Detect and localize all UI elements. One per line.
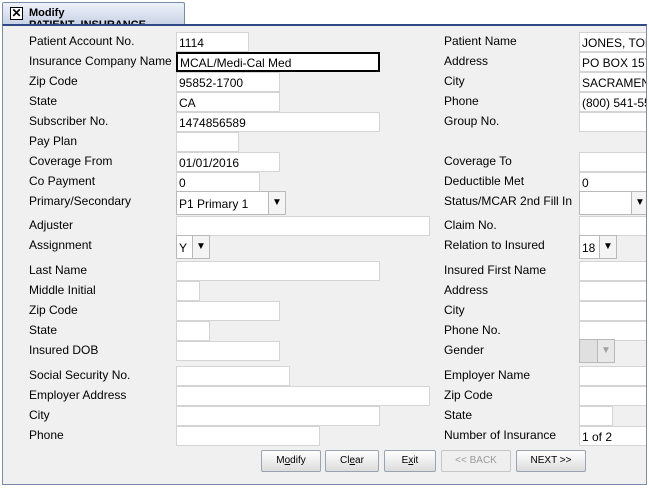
employer-name-field[interactable] xyxy=(579,366,646,386)
employer-zip-label: Zip Code xyxy=(444,388,493,402)
chevron-down-icon[interactable]: ▼ xyxy=(268,192,285,214)
deductible-met-field[interactable]: 0 xyxy=(579,172,646,192)
last-name-field[interactable] xyxy=(176,261,380,281)
modify-button[interactable]: Modify xyxy=(261,450,321,472)
address-label: Address xyxy=(444,54,489,68)
employer-phone-field[interactable] xyxy=(176,426,320,446)
state-label: State xyxy=(29,94,58,108)
insured-address-field[interactable] xyxy=(579,281,646,301)
phone-field[interactable]: (800) 541-555 xyxy=(579,92,646,112)
coverage-to-field[interactable] xyxy=(579,152,646,172)
insured-state-label: State xyxy=(29,323,58,337)
insured-zip-field[interactable] xyxy=(176,301,280,321)
middle-initial-field[interactable] xyxy=(176,281,200,301)
employer-address-field[interactable] xyxy=(176,386,430,406)
state-field[interactable]: CA xyxy=(176,92,280,112)
employer-state-label: State xyxy=(444,408,473,422)
coverage-to-label: Coverage To xyxy=(444,154,512,168)
group-no-label: Group No. xyxy=(444,114,500,128)
ssn-label: Social Security No. xyxy=(29,368,131,382)
insured-first-name-label: Insured First Name xyxy=(444,263,547,277)
assignment-select[interactable]: Y ▼ xyxy=(176,235,210,259)
employer-address-label: Employer Address xyxy=(29,388,127,402)
modify-window: ✕ Modify PATIENT_INSURANCE Patient Accou… xyxy=(0,0,649,488)
co-payment-field[interactable]: 0 xyxy=(176,172,260,192)
employer-city-field[interactable] xyxy=(176,406,380,426)
employer-phone-label: Phone xyxy=(29,428,64,442)
pay-plan-label: Pay Plan xyxy=(29,134,78,148)
employer-state-field[interactable] xyxy=(579,406,613,426)
exit-button[interactable]: Exit xyxy=(384,450,436,472)
adjuster-field[interactable] xyxy=(176,216,430,236)
insured-address-label: Address xyxy=(444,283,489,297)
phone-no-field[interactable] xyxy=(579,321,646,341)
clear-button[interactable]: Clear xyxy=(325,450,379,472)
tab-modify-patient-insurance[interactable]: ✕ Modify PATIENT_INSURANCE xyxy=(2,2,185,31)
number-of-insurance-field: 1 of 2 xyxy=(579,426,646,446)
chevron-down-icon[interactable]: ▼ xyxy=(597,340,614,362)
pay-plan-field[interactable] xyxy=(176,132,239,152)
middle-initial-label: Middle Initial xyxy=(29,283,96,297)
patient-account-field[interactable]: 1114 xyxy=(176,32,249,52)
insured-city-label: City xyxy=(444,303,465,317)
chevron-down-icon[interactable]: ▼ xyxy=(192,236,209,258)
gender-select[interactable]: ▼ xyxy=(579,339,615,363)
primary-secondary-label: Primary/Secondary xyxy=(29,194,132,208)
patient-name-label: Patient Name xyxy=(444,34,517,48)
zip-code-label: Zip Code xyxy=(29,74,78,88)
ssn-field[interactable] xyxy=(176,366,290,386)
zip-code-field[interactable]: 95852-1700 xyxy=(176,72,280,92)
relation-label: Relation to Insured xyxy=(444,238,545,252)
coverage-from-field[interactable]: 01/01/2016 xyxy=(176,152,280,172)
insurance-company-field[interactable]: MCAL/Medi-Cal Med xyxy=(176,52,380,72)
employer-name-label: Employer Name xyxy=(444,368,531,382)
assignment-label: Assignment xyxy=(29,238,92,252)
phone-label: Phone xyxy=(444,94,479,108)
claim-no-label: Claim No. xyxy=(444,218,497,232)
address-field[interactable]: PO BOX 157 xyxy=(579,52,646,72)
insured-first-name-field[interactable] xyxy=(579,261,646,281)
insured-zip-label: Zip Code xyxy=(29,303,78,317)
status-mcar-select[interactable]: ▼ xyxy=(579,191,646,215)
insurance-company-label: Insurance Company Name xyxy=(29,54,172,68)
chevron-down-icon[interactable]: ▼ xyxy=(631,192,646,214)
next-button[interactable]: NEXT >> xyxy=(516,450,586,472)
claim-no-field[interactable] xyxy=(579,216,646,236)
assignment-value: Y xyxy=(179,241,188,255)
co-payment-label: Co Payment xyxy=(29,174,96,188)
form-panel: Patient Account No. 1114 Insurance Compa… xyxy=(2,24,647,485)
subscriber-no-field[interactable]: 1474856589 xyxy=(176,112,380,132)
employer-zip-field[interactable] xyxy=(579,386,646,406)
insured-city-field[interactable] xyxy=(579,301,646,321)
patient-name-field[interactable]: JONES, TOM xyxy=(579,32,646,52)
insured-state-field[interactable] xyxy=(176,321,210,341)
number-of-insurance-label: Number of Insurance xyxy=(444,428,557,442)
deductible-met-label: Deductible Met xyxy=(444,174,525,188)
insured-dob-field[interactable] xyxy=(176,341,280,361)
primary-secondary-select[interactable]: P1 Primary 1 ▼ xyxy=(176,191,286,215)
coverage-from-label: Coverage From xyxy=(29,154,113,168)
employer-city-label: City xyxy=(29,408,50,422)
chevron-down-icon[interactable]: ▼ xyxy=(599,236,616,258)
gender-label: Gender xyxy=(444,343,485,357)
last-name-label: Last Name xyxy=(29,263,88,277)
group-no-field[interactable] xyxy=(579,112,646,132)
insured-dob-label: Insured DOB xyxy=(29,343,99,357)
primary-secondary-value: P1 Primary 1 xyxy=(179,197,249,211)
phone-no-label: Phone No. xyxy=(444,323,501,337)
relation-value: 18 xyxy=(582,241,596,255)
subscriber-no-label: Subscriber No. xyxy=(29,114,109,128)
patient-account-label: Patient Account No. xyxy=(29,34,135,48)
adjuster-label: Adjuster xyxy=(29,218,74,232)
status-mcar-label: Status/MCAR 2nd Fill In xyxy=(444,194,573,208)
relation-select[interactable]: 18 ▼ xyxy=(579,235,617,259)
close-icon[interactable]: ✕ xyxy=(10,7,23,20)
city-label: City xyxy=(444,74,465,88)
city-field[interactable]: SACRAMEN xyxy=(579,72,646,92)
back-button[interactable]: << BACK xyxy=(441,450,511,472)
